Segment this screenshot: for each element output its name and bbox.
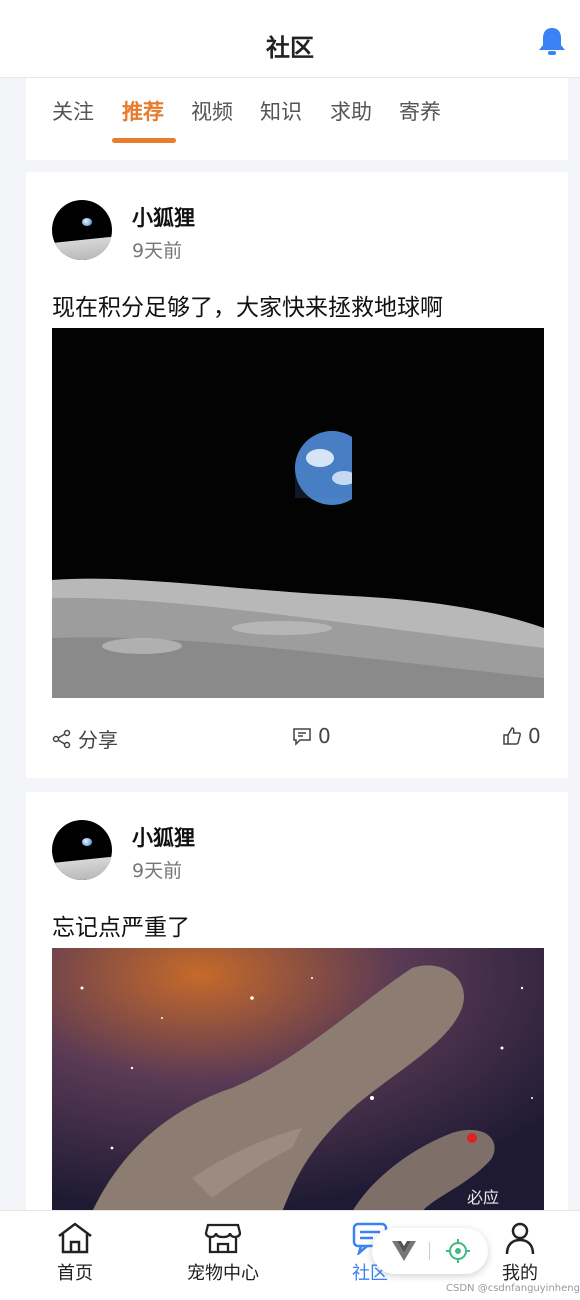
tab-knowledge[interactable]: 知识 xyxy=(260,96,302,126)
avatar[interactable] xyxy=(52,200,112,260)
category-tabs: 关注 推荐 视频 知识 求助 寄养 xyxy=(26,78,568,160)
tab-help[interactable]: 求助 xyxy=(330,96,372,126)
crosshair-icon xyxy=(446,1239,470,1263)
thumbs-up-icon xyxy=(503,727,521,745)
earth-rise-photo[interactable] xyxy=(52,328,544,698)
like-count: 0 xyxy=(528,724,541,748)
user-icon xyxy=(505,1222,535,1255)
share-icon xyxy=(52,729,71,748)
page-title: 社区 xyxy=(266,34,314,62)
store-icon xyxy=(204,1223,242,1254)
bing-watermark: 必应 xyxy=(467,1188,500,1207)
avatar[interactable] xyxy=(52,820,112,880)
post-card[interactable]: 小狐狸 9天前 现在积分足够了，大家快来拯救地球啊 分享 0 0 xyxy=(26,172,568,778)
nav-label: 宠物中心 xyxy=(187,1263,259,1284)
post-content: 忘记点严重了 xyxy=(52,915,190,941)
tab-recommend[interactable]: 推荐 xyxy=(122,96,164,126)
comment-count: 0 xyxy=(318,724,331,748)
post-card[interactable]: 小狐狸 9天前 忘记点严重了 必应 xyxy=(26,792,568,1222)
post-time: 9天前 xyxy=(132,240,183,262)
comment-button[interactable]: 0 xyxy=(292,724,331,748)
nav-pet-center[interactable]: 宠物中心 xyxy=(163,1221,283,1285)
post-content: 现在积分足够了，大家快来拯救地球啊 xyxy=(52,295,443,321)
post-author[interactable]: 小狐狸 xyxy=(132,822,195,852)
tab-video[interactable]: 视频 xyxy=(191,96,233,126)
tab-foster[interactable]: 寄养 xyxy=(399,96,441,126)
share-button[interactable]: 分享 xyxy=(52,724,118,753)
active-tab-indicator xyxy=(112,138,176,143)
share-label: 分享 xyxy=(78,728,118,752)
devtools-floating-button[interactable] xyxy=(372,1228,488,1274)
tab-follow[interactable]: 关注 xyxy=(52,96,94,126)
like-button[interactable]: 0 xyxy=(502,724,541,748)
vue-logo-icon xyxy=(392,1241,416,1261)
post-time: 9天前 xyxy=(132,860,183,882)
top-header: 社区 xyxy=(0,0,580,78)
nav-label: 首页 xyxy=(57,1263,93,1284)
nebula-pillars-photo[interactable]: 必应 xyxy=(52,948,544,1212)
post-author[interactable]: 小狐狸 xyxy=(132,202,195,232)
divider xyxy=(429,1242,430,1260)
home-icon xyxy=(58,1222,92,1254)
bell-icon[interactable] xyxy=(536,26,568,56)
nav-home[interactable]: 首页 xyxy=(15,1221,135,1285)
csdn-watermark: CSDN @csdnfanguyinheng xyxy=(446,1283,580,1294)
post-actions: 分享 0 0 xyxy=(52,724,544,754)
comment-icon xyxy=(293,728,311,746)
